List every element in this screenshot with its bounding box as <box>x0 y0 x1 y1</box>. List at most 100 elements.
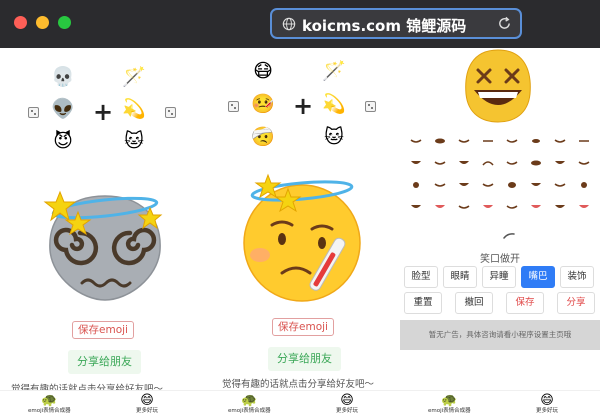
random-left-dice-icon[interactable] <box>28 107 39 118</box>
save-emoji-button[interactable]: 保存emoji <box>72 321 134 339</box>
part-row <box>404 196 596 218</box>
mouth-option[interactable] <box>577 137 591 145</box>
tab-more-fun[interactable]: 😄 更多好玩 <box>536 393 558 415</box>
left-emoji-selected[interactable]: 👽 <box>50 98 76 120</box>
random-right-dice-icon[interactable] <box>165 107 176 118</box>
mouth-option[interactable] <box>457 159 471 167</box>
bottom-tab-bar: 🐢 emoji表情合成器 😄 更多好玩 <box>0 390 200 420</box>
mouth-option[interactable] <box>481 159 495 167</box>
mouth-option[interactable] <box>577 159 591 167</box>
turtle-icon: 🐢 <box>241 393 258 408</box>
tab-label: 更多好玩 <box>336 408 359 414</box>
mouth-option[interactable] <box>529 137 543 145</box>
mixed-emoji-alien-dizzy <box>43 190 163 301</box>
mouth-option[interactable] <box>409 181 423 189</box>
emoji-editor-screen: 笑口做开 脸型 眼睛 异瞳 嘴巴 装饰 重置 撤回 保存 分享 暂无广告，具体咨… <box>400 48 600 420</box>
random-left-dice-icon[interactable] <box>228 101 239 112</box>
right-emoji-selected[interactable]: 💫 <box>121 98 147 120</box>
share-to-friend-button[interactable]: 分享给朋友 <box>268 347 341 371</box>
mouth-option[interactable] <box>433 159 447 167</box>
maximize-window-button[interactable] <box>58 16 71 29</box>
save-button[interactable]: 保存 <box>506 292 544 314</box>
category-tab-mouth[interactable]: 嘴巴 <box>521 266 555 288</box>
close-window-button[interactable] <box>14 16 27 29</box>
tab-label: emoji表情合成器 <box>428 408 471 414</box>
grin-icon: 😄 <box>340 393 354 408</box>
address-text: koicms.com 锦鲤源码 <box>302 17 467 35</box>
mixed-emoji-sick-dizzy <box>243 173 361 302</box>
left-emoji-selected[interactable]: 🤒 <box>250 93 276 115</box>
mouth-option[interactable] <box>529 159 543 167</box>
mouth-option[interactable] <box>457 137 471 145</box>
mouth-option[interactable] <box>409 203 423 211</box>
minimize-window-button[interactable] <box>36 16 49 29</box>
mouth-option[interactable] <box>409 137 423 145</box>
mouth-option[interactable] <box>409 159 423 167</box>
browser-titlebar: koicms.com 锦鲤源码 <box>0 0 600 48</box>
plus-sign: + <box>293 92 314 120</box>
mouth-option[interactable] <box>433 181 447 189</box>
tab-more-fun[interactable]: 😄 更多好玩 <box>136 393 158 415</box>
tab-emoji-mixer[interactable]: 🐢 emoji表情合成器 <box>428 393 471 415</box>
turtle-icon: 🐢 <box>41 393 58 408</box>
grin-icon: 😄 <box>140 393 154 408</box>
mouth-option[interactable] <box>553 181 567 189</box>
left-emoji-option[interactable]: 🤕 <box>250 126 276 148</box>
emoji-mixer-screen-1: 💀 👽 😈 🪄 💫 🐱 + 保存emoji 分享给朋友 觉得有趣的话就点击分享给… <box>0 48 200 420</box>
mouth-option[interactable] <box>553 203 567 211</box>
address-bar[interactable]: koicms.com 锦鲤源码 <box>270 8 522 39</box>
left-emoji-option[interactable]: 😈 <box>50 130 76 152</box>
left-emoji-option[interactable]: 😷 <box>250 60 276 82</box>
part-row <box>404 152 596 174</box>
category-tab-face[interactable]: 脸型 <box>404 266 438 288</box>
category-tab-decoration[interactable]: 装饰 <box>560 266 594 288</box>
ad-placeholder: 暂无广告，具体咨询请看小程序设置主页哦 <box>400 320 600 350</box>
right-emoji-option[interactable]: 🐱 <box>121 130 147 152</box>
left-emoji-option[interactable]: 💀 <box>50 66 76 88</box>
undo-button[interactable]: 撤回 <box>455 292 493 314</box>
globe-icon <box>282 17 296 31</box>
mouth-option[interactable] <box>433 137 447 145</box>
turtle-icon: 🐢 <box>441 393 458 408</box>
category-tab-heterochromia[interactable]: 异瞳 <box>482 266 516 288</box>
selected-mouth-name: 笑口做开 <box>480 254 520 265</box>
right-emoji-option[interactable]: 🪄 <box>321 60 347 82</box>
mouth-option[interactable] <box>529 203 543 211</box>
mouth-option[interactable] <box>481 181 495 189</box>
tab-label: emoji表情合成器 <box>28 408 71 414</box>
share-to-friend-button[interactable]: 分享给朋友 <box>68 350 141 374</box>
tab-emoji-mixer[interactable]: 🐢 emoji表情合成器 <box>28 393 71 415</box>
mouth-option[interactable] <box>577 181 591 189</box>
mouth-option[interactable] <box>457 203 471 211</box>
mouth-option[interactable] <box>529 181 543 189</box>
share-button[interactable]: 分享 <box>557 292 595 314</box>
mouth-option[interactable] <box>505 137 519 145</box>
category-tab-eyes[interactable]: 眼睛 <box>443 266 477 288</box>
mouth-option[interactable] <box>433 203 447 211</box>
tab-more-fun[interactable]: 😄 更多好玩 <box>336 393 358 415</box>
part-row <box>404 130 596 152</box>
mouth-option[interactable] <box>481 203 495 211</box>
mouth-option[interactable] <box>481 137 495 145</box>
mouth-option[interactable] <box>505 159 519 167</box>
part-row <box>404 174 596 196</box>
mouth-option[interactable] <box>505 181 519 189</box>
mouth-option[interactable] <box>505 203 519 211</box>
tab-label: emoji表情合成器 <box>228 408 271 414</box>
tab-emoji-mixer[interactable]: 🐢 emoji表情合成器 <box>228 393 271 415</box>
mouth-part-picker <box>404 130 596 218</box>
mouth-option[interactable] <box>577 203 591 211</box>
bottom-tab-bar: 🐢 emoji表情合成器 😄 更多好玩 <box>200 390 400 420</box>
selected-mouth-icon <box>503 233 515 239</box>
custom-emoji-preview <box>465 49 531 123</box>
right-emoji-option[interactable]: 🪄 <box>121 66 147 88</box>
mouth-option[interactable] <box>553 159 567 167</box>
reload-icon[interactable] <box>497 16 512 31</box>
mouth-option[interactable] <box>457 181 471 189</box>
reset-button[interactable]: 重置 <box>404 292 442 314</box>
random-right-dice-icon[interactable] <box>365 101 376 112</box>
right-emoji-option[interactable]: 🐱 <box>321 126 347 148</box>
save-emoji-button[interactable]: 保存emoji <box>272 318 334 336</box>
right-emoji-selected[interactable]: 💫 <box>321 93 347 115</box>
mouth-option[interactable] <box>553 137 567 145</box>
